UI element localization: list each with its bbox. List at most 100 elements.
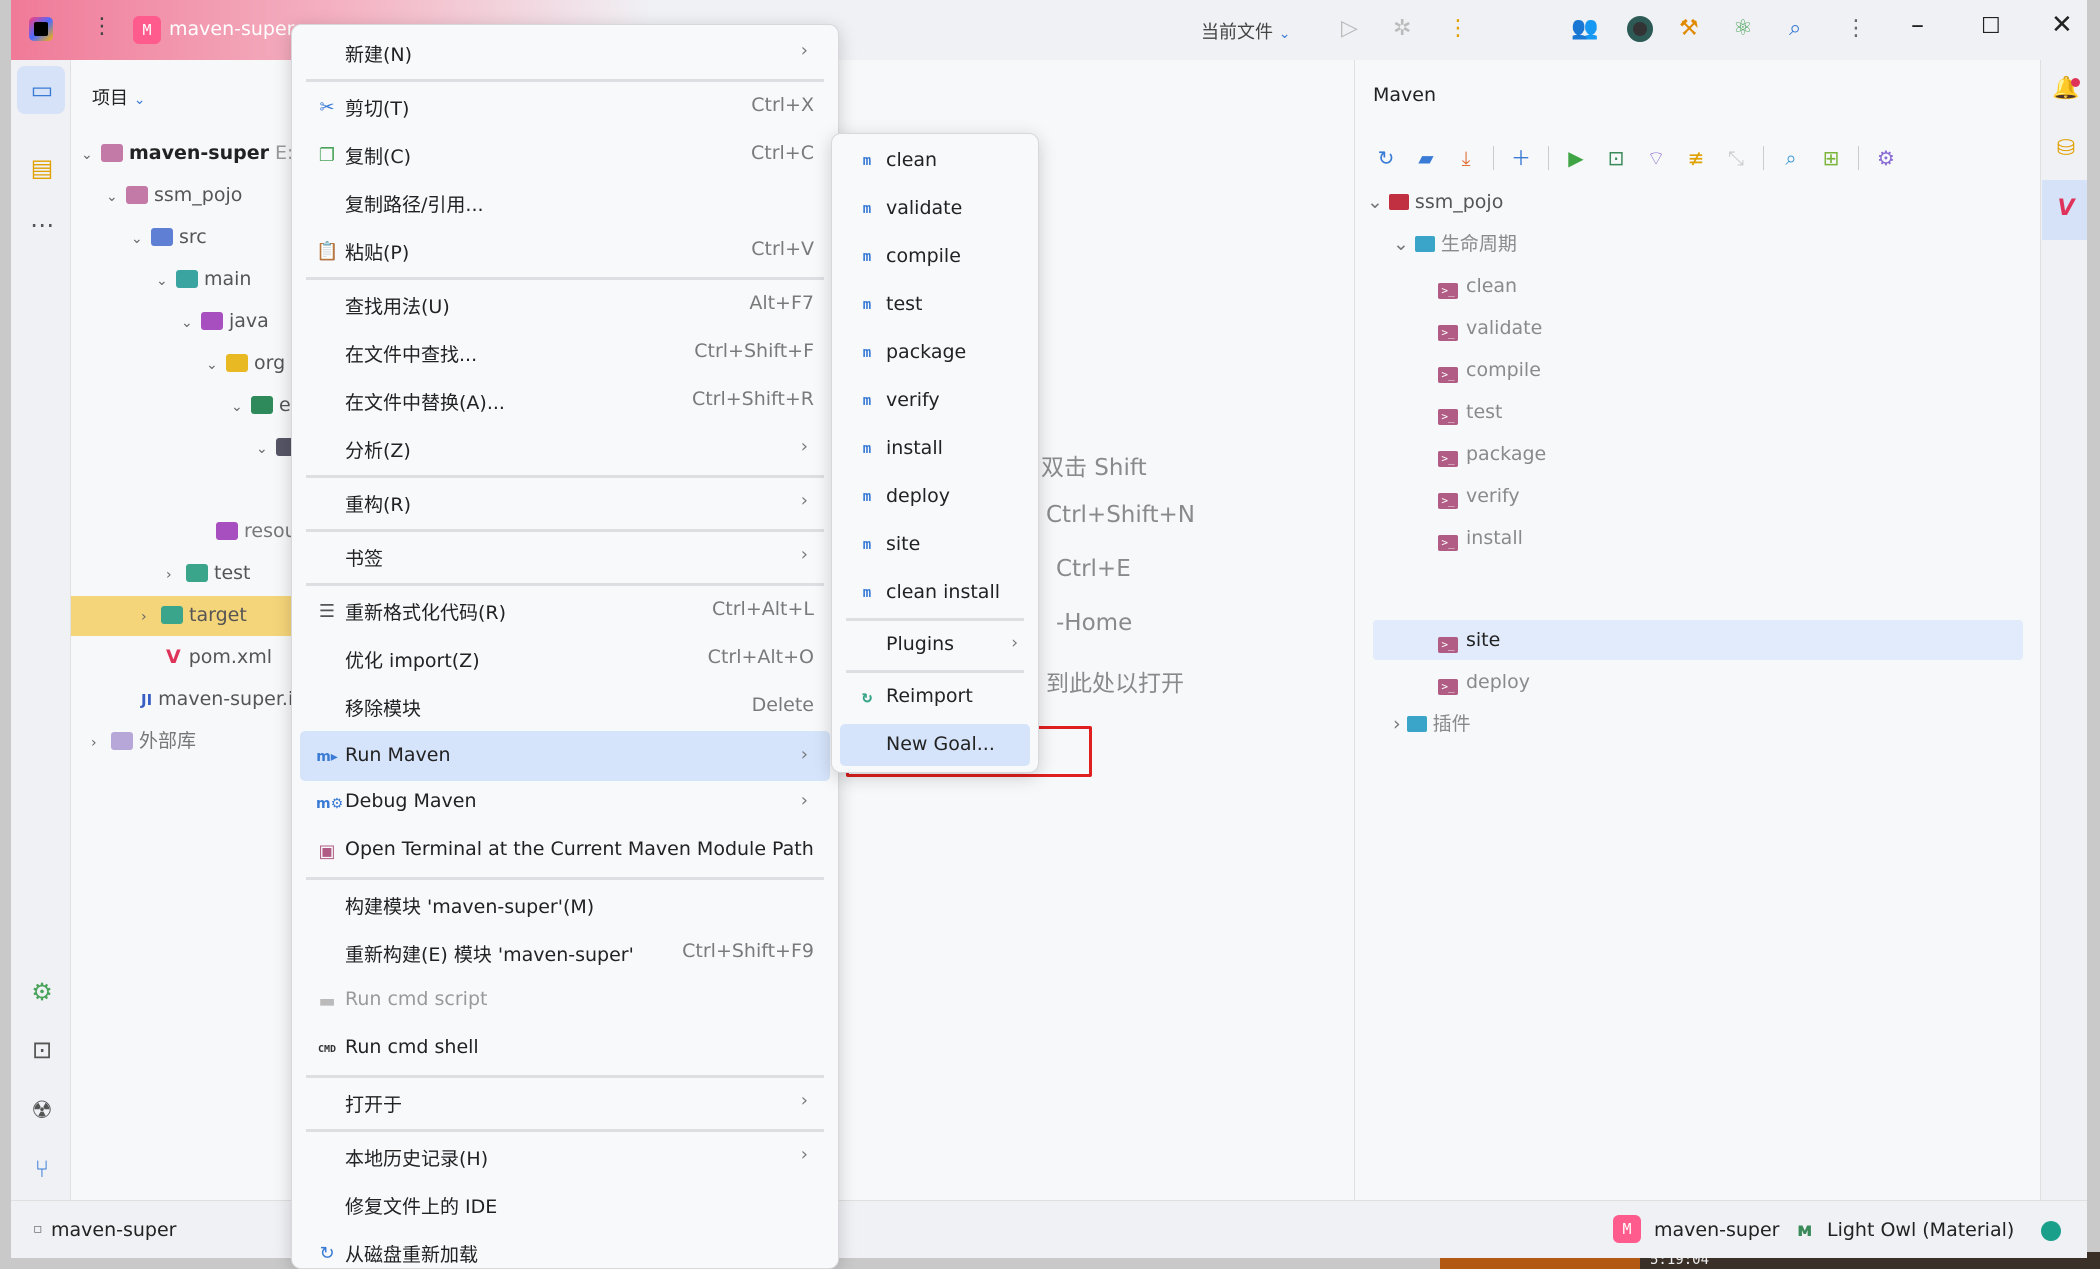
reload-icon[interactable]: ↻ [1373, 145, 1399, 171]
status-project[interactable]: maven-super [1654, 1219, 1780, 1241]
tree-item-ssm-pojo[interactable]: ⌄ ssm_pojo [106, 175, 242, 215]
menu-item-copy[interactable]: ❐ 复制(C) Ctrl+C [300, 133, 830, 177]
submenu-goal-compile[interactable]: m compile [840, 236, 1030, 278]
maven-icon[interactable]: V [2051, 194, 2081, 224]
submenu-goal-validate[interactable]: m validate [840, 188, 1030, 230]
menu-item-paste[interactable]: 📋 粘贴(P) Ctrl+V [300, 229, 830, 273]
database-icon[interactable]: ⛁ [2051, 134, 2081, 164]
maven-goal-test[interactable]: >_ test [1438, 392, 1503, 432]
project-view-icon[interactable]: ▭ [27, 75, 57, 105]
tree-item-iml[interactable]: JI maven-super.i [141, 679, 293, 719]
submenu-goal-install[interactable]: m install [840, 428, 1030, 470]
structure-icon[interactable]: ▤ [27, 153, 57, 183]
atom-icon[interactable]: ⚛ [1733, 16, 1753, 41]
maven-goal-site[interactable]: >_ site [1438, 620, 1500, 660]
collapse-icon[interactable]: ⤡ [1723, 145, 1749, 171]
tree-item-pom[interactable]: Vpom.xml [166, 637, 272, 677]
tools-icon[interactable]: ⚒ [1679, 16, 1699, 41]
maven-goal-validate[interactable]: >_ validate [1438, 308, 1542, 348]
maven-module[interactable]: ⌄ ssm_pojo [1367, 182, 1503, 222]
menu-item-build-module[interactable]: 构建模块 'maven-super'(M) [300, 883, 830, 927]
run-config-select[interactable]: 当前文件 ⌄ [1201, 18, 1290, 44]
menu-item-reformat[interactable]: ☰ 重新格式化代码(R) Ctrl+Alt+L [300, 589, 830, 633]
users-icon[interactable]: 👥 [1571, 16, 1598, 41]
menu-item-open-terminal[interactable]: ▣ Open Terminal at the Current Maven Modu… [300, 829, 830, 873]
menu-item-rebuild-module[interactable]: 重新构建(E) 模块 'maven-super' Ctrl+Shift+F9 [300, 931, 830, 975]
project-view-dropdown[interactable]: 项目 ⌄ [92, 84, 145, 110]
close-icon[interactable]: ✕ [2051, 10, 2073, 40]
tree-item-org[interactable]: ⌄ org [206, 343, 285, 383]
main-menu-icon[interactable]: ⋮ [91, 14, 113, 39]
run-icon[interactable]: ▶ [1563, 145, 1589, 171]
tree-item-test[interactable]: › test [166, 553, 251, 593]
project-name[interactable]: maven-super [169, 18, 295, 40]
menu-item-run-cmd-shell[interactable]: CMD Run cmd shell [300, 1027, 830, 1071]
menu-item-debug-maven[interactable]: m⚙ Debug Maven › [300, 781, 830, 825]
tree-item-src[interactable]: ⌄ src [131, 217, 207, 257]
open-folder-icon[interactable]: ▰ [1413, 145, 1439, 171]
debug-icon[interactable]: ✲ [1393, 16, 1411, 41]
tree-item-target[interactable]: › target [141, 595, 247, 635]
menu-item-find-in-files[interactable]: 在文件中查找... Ctrl+Shift+F [300, 331, 830, 375]
problems-icon[interactable]: ☢ [27, 1095, 57, 1125]
tree-item-java[interactable]: ⌄ java [181, 301, 269, 341]
menu-item-refactor[interactable]: 重构(R) › [300, 481, 830, 525]
submenu-goal-clean[interactable]: m clean [840, 140, 1030, 182]
menu-item-find-usages[interactable]: 查找用法(U) Alt+F7 [300, 283, 830, 327]
submenu-goal-deploy[interactable]: m deploy [840, 476, 1030, 518]
settings-menu-icon[interactable]: ⋮ [1845, 16, 1867, 41]
analyze-deps-icon[interactable]: ⌕ [1778, 145, 1804, 171]
menu-item-copy-path[interactable]: 复制路径/引用... [300, 181, 830, 225]
menu-item-run-cmd-script[interactable]: ▬ Run cmd script [300, 979, 830, 1023]
menu-item-analyze[interactable]: 分析(Z) › [300, 427, 830, 471]
gear-icon[interactable]: ⚙ [1873, 145, 1899, 171]
download-icon[interactable]: ⤓ [1453, 145, 1479, 171]
maven-plugins-node[interactable]: › 插件 [1393, 704, 1471, 744]
maven-lifecycle-node[interactable]: ⌄ 生命周期 [1393, 224, 1517, 264]
submenu-goal-verify[interactable]: m verify [840, 380, 1030, 422]
menu-item-replace-in-files[interactable]: 在文件中替换(A)... Ctrl+Shift+R [300, 379, 830, 423]
menu-item-bookmarks[interactable]: 书签 › [300, 535, 830, 579]
submenu-goal-package[interactable]: m package [840, 332, 1030, 374]
git-icon[interactable]: ⑂ [27, 1154, 57, 1184]
submenu-goal-site[interactable]: m site [840, 524, 1030, 566]
more-tools-icon[interactable]: ⋯ [27, 210, 57, 240]
tree-item-maven-super[interactable]: ⌄ maven-super E: [81, 133, 293, 173]
maximize-icon[interactable]: ☐ [1981, 14, 2001, 39]
tree-item-external-libs[interactable]: › 外部库 [91, 721, 196, 761]
terminal-icon[interactable]: ⊡ [27, 1035, 57, 1065]
maven-goal-clean[interactable]: >_ clean [1438, 266, 1517, 306]
maven-goal-install[interactable]: >_ install [1438, 518, 1523, 558]
menu-item-repair-ide[interactable]: 修复文件上的 IDE [300, 1183, 830, 1227]
more-actions-icon[interactable]: ⋮ [1447, 16, 1469, 41]
menu-item-remove-module[interactable]: 移除模块 Delete [300, 685, 830, 729]
services-icon[interactable]: ⚙ [27, 977, 57, 1007]
app-logo-icon[interactable] [29, 17, 53, 41]
menu-item-open-in[interactable]: 打开于 › [300, 1081, 830, 1125]
submenu-goal-test[interactable]: m test [840, 284, 1030, 326]
search-icon[interactable]: ⌕ [1789, 16, 1801, 41]
run-icon[interactable]: ▷ [1341, 16, 1358, 41]
diagram-icon[interactable]: ⊞ [1818, 145, 1844, 171]
submenu-new-goal[interactable]: New Goal... [840, 724, 1030, 766]
project-badge[interactable]: M [133, 16, 161, 44]
maven-goal-deploy[interactable]: >_ deploy [1438, 662, 1530, 702]
submenu-goal-clean-install[interactable]: m clean install [840, 572, 1030, 614]
menu-item-new[interactable]: 新建(N) › [300, 31, 830, 75]
minimize-icon[interactable]: – [1911, 10, 1924, 40]
execute-goal-icon[interactable]: ⊡ [1603, 145, 1629, 171]
menu-item-optimize-imports[interactable]: 优化 import(Z) Ctrl+Alt+O [300, 637, 830, 681]
maven-goal-compile[interactable]: >_ compile [1438, 350, 1541, 390]
tree-item-package[interactable]: ⌄ e [231, 385, 291, 425]
breadcrumb[interactable]: maven-super [51, 1219, 177, 1241]
menu-item-reload-from-disk[interactable]: ↻ 从磁盘重新加载 [300, 1231, 830, 1269]
maven-goal-verify[interactable]: >_ verify [1438, 476, 1520, 516]
skip-tests-icon[interactable]: ≢ [1683, 145, 1709, 171]
add-icon[interactable]: ＋ [1508, 145, 1534, 171]
maven-goal-package[interactable]: >_ package [1438, 434, 1546, 474]
menu-item-cut[interactable]: ✂ 剪切(T) Ctrl+X [300, 85, 830, 129]
status-indicator-icon[interactable] [2041, 1221, 2061, 1241]
menu-item-run-maven[interactable]: m▸ Run Maven › [300, 731, 830, 781]
submenu-plugins[interactable]: Plugins › [840, 624, 1030, 666]
record-icon[interactable] [1627, 16, 1653, 42]
